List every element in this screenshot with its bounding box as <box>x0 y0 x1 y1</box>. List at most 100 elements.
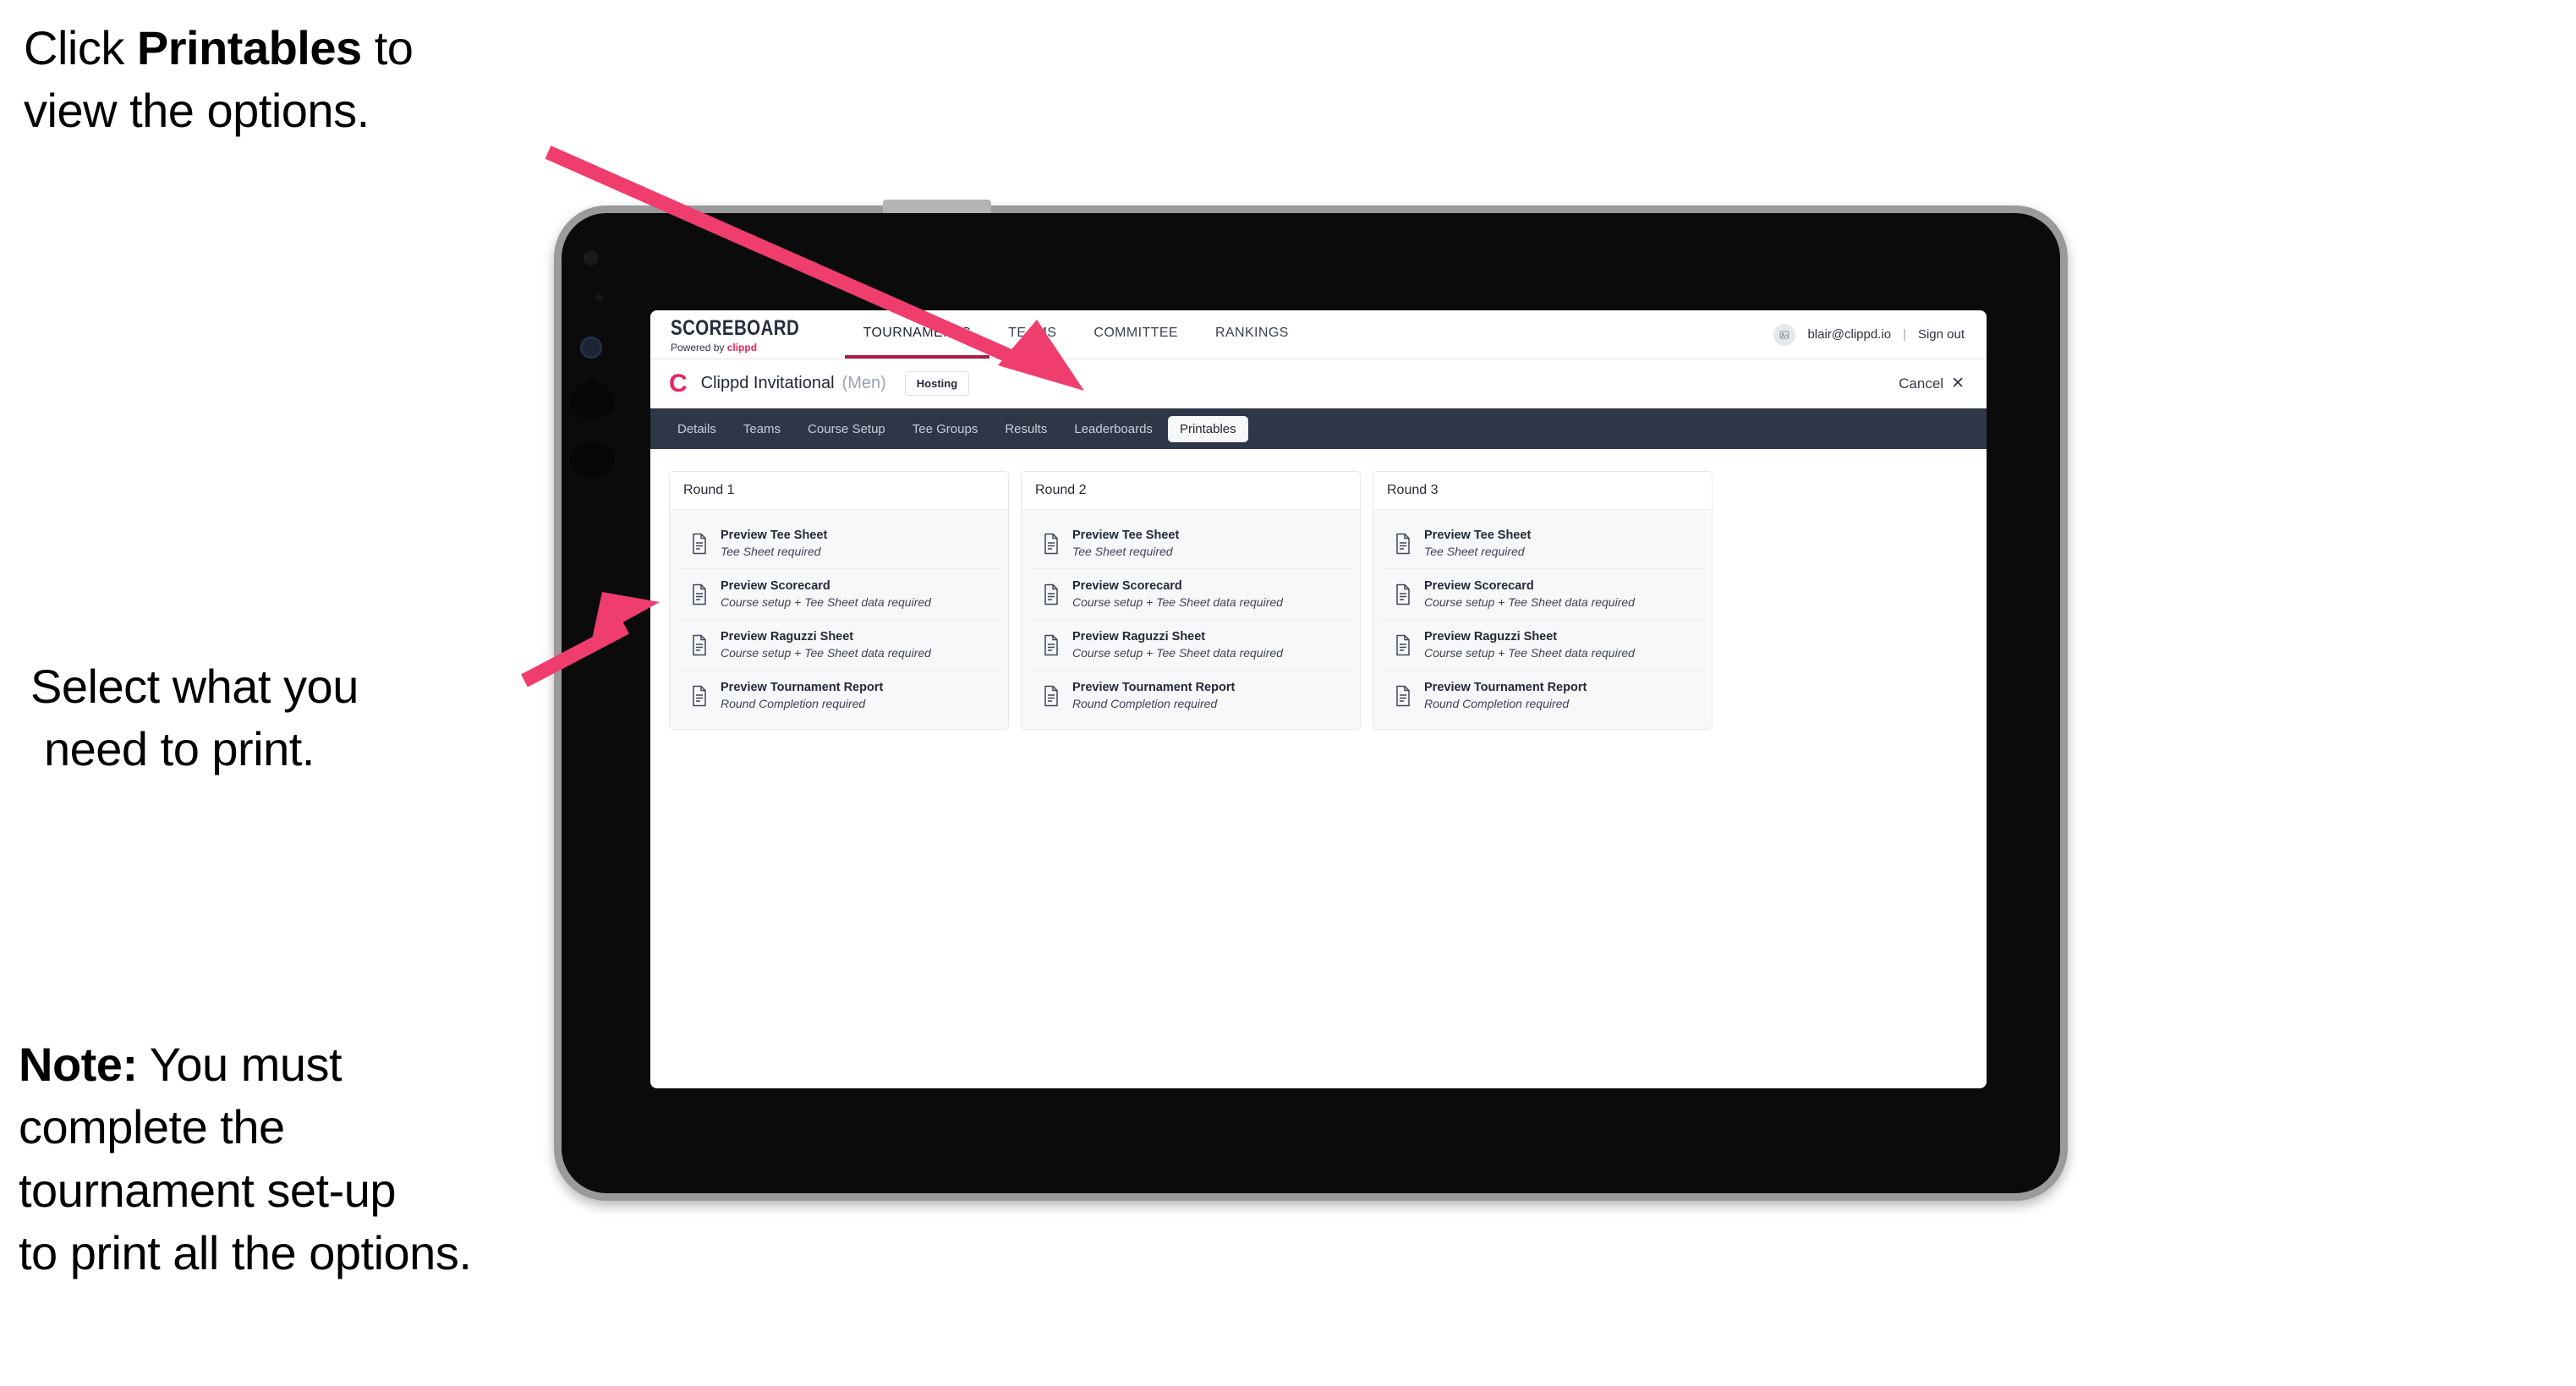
document-icon <box>1394 634 1412 656</box>
list-item[interactable]: Preview Tee Sheet Tee Sheet required <box>1382 518 1703 569</box>
nav-item-tournaments[interactable]: TOURNAMENTS <box>844 310 990 359</box>
account-separator: | <box>1903 327 1906 342</box>
list-item-text: Preview Scorecard Course setup + Tee She… <box>1424 579 1635 609</box>
document-icon <box>1394 685 1412 707</box>
list-item-title: Preview Scorecard <box>1072 579 1182 593</box>
list-item[interactable]: Preview Scorecard Course setup + Tee She… <box>678 569 1000 620</box>
tab-results[interactable]: Results <box>993 416 1059 442</box>
app-top-bar: SCOREBOARD Powered by clippd TOURNAMENTS… <box>650 310 1987 359</box>
list-item[interactable]: Preview Scorecard Course setup + Tee She… <box>1382 569 1703 620</box>
list-item[interactable]: Preview Raguzzi Sheet Course setup + Tee… <box>1030 620 1351 671</box>
list-item[interactable]: Preview Tee Sheet Tee Sheet required <box>1030 518 1351 569</box>
annotation-middle: Select what you need to print. <box>30 655 555 781</box>
list-item-title: Preview Tee Sheet <box>1072 529 1180 542</box>
document-icon <box>690 583 709 605</box>
brand-subtitle: Powered by clippd <box>671 342 828 353</box>
annotation-middle-line2: need to print. <box>44 722 315 776</box>
front-camera-icon <box>584 250 599 266</box>
annotation-note-bold: Note: <box>19 1038 138 1091</box>
list-item-subtitle: Round Completion required <box>721 697 866 710</box>
round-column: Round 1 Preview Tee Sheet Tee Sheet requ… <box>669 471 1009 730</box>
primary-nav: TOURNAMENTS TEAMS COMMITTEE RANKINGS <box>844 310 1307 359</box>
list-item-subtitle: Course setup + Tee Sheet data required <box>721 646 931 660</box>
list-item-subtitle: Course setup + Tee Sheet data required <box>1072 595 1283 609</box>
list-item-text: Preview Tournament Report Round Completi… <box>1424 681 1587 710</box>
list-item[interactable]: Preview Tournament Report Round Completi… <box>1382 671 1703 720</box>
tab-printables[interactable]: Printables <box>1167 415 1248 442</box>
nav-item-rankings[interactable]: RANKINGS <box>1197 310 1307 359</box>
list-item-title: Preview Raguzzi Sheet <box>1072 630 1206 644</box>
list-item-subtitle: Course setup + Tee Sheet data required <box>1424 595 1635 609</box>
list-item-subtitle: Round Completion required <box>1424 697 1570 710</box>
tab-tee-groups[interactable]: Tee Groups <box>901 416 990 442</box>
tournament-name: Clippd Invitational <box>700 374 835 392</box>
document-icon <box>1394 583 1412 605</box>
document-icon <box>690 533 709 555</box>
document-icon <box>1042 634 1061 656</box>
list-item-title: Preview Tournament Report <box>721 681 884 694</box>
list-item[interactable]: Preview Tee Sheet Tee Sheet required <box>678 518 1000 569</box>
document-icon <box>1042 583 1061 605</box>
round-column: Round 2 Preview Tee Sheet Tee Sheet requ… <box>1021 471 1361 730</box>
list-item-subtitle: Course setup + Tee Sheet data required <box>721 595 931 609</box>
list-item-title: Preview Tournament Report <box>1424 681 1587 694</box>
list-item-title: Preview Raguzzi Sheet <box>721 630 854 644</box>
list-item-subtitle: Tee Sheet required <box>1072 545 1173 558</box>
list-item-title: Preview Scorecard <box>1424 579 1534 593</box>
volume-down-button[interactable] <box>570 441 614 479</box>
nav-item-teams[interactable]: TEAMS <box>989 310 1075 359</box>
round-items-list: Preview Tee Sheet Tee Sheet required Pre… <box>670 510 1008 729</box>
list-item-subtitle: Course setup + Tee Sheet data required <box>1424 646 1635 660</box>
cancel-button[interactable]: Cancel ✕ <box>1899 374 1965 393</box>
annotation-top: Click Printables to view the options. <box>24 17 582 143</box>
list-item-text: Preview Scorecard Course setup + Tee She… <box>721 579 931 609</box>
round-items-list: Preview Tee Sheet Tee Sheet required Pre… <box>1373 510 1712 729</box>
list-item-text: Preview Tournament Report Round Completi… <box>1072 681 1235 710</box>
list-item-text: Preview Tee Sheet Tee Sheet required <box>721 529 827 558</box>
printables-content: Round 1 Preview Tee Sheet Tee Sheet requ… <box>650 449 1987 752</box>
tab-course-setup[interactable]: Course Setup <box>796 416 897 442</box>
list-item-subtitle: Tee Sheet required <box>1424 545 1525 558</box>
list-item-subtitle: Course setup + Tee Sheet data required <box>1072 646 1283 660</box>
nav-item-committee[interactable]: COMMITTEE <box>1075 310 1197 359</box>
list-item[interactable]: Preview Scorecard Course setup + Tee She… <box>1030 569 1351 620</box>
round-title: Round 1 <box>670 472 1008 510</box>
account-email: blair@clippd.io <box>1807 327 1892 342</box>
list-item-title: Preview Raguzzi Sheet <box>1424 630 1558 644</box>
power-button[interactable] <box>883 200 991 213</box>
tournament-gender: (Men) <box>841 374 886 392</box>
sensor-dot-icon <box>595 294 603 302</box>
list-item-title: Preview Scorecard <box>721 579 830 593</box>
brand-powered-prefix: Powered by <box>671 341 727 353</box>
list-item-text: Preview Tournament Report Round Completi… <box>721 681 883 710</box>
brand-title: SCOREBOARD <box>671 315 800 340</box>
round-title: Round 2 <box>1022 472 1360 510</box>
list-item-text: Preview Raguzzi Sheet Course setup + Tee… <box>1072 630 1283 660</box>
annotation-top-bold: Printables <box>136 21 362 74</box>
list-item-text: Preview Scorecard Course setup + Tee She… <box>1072 579 1283 609</box>
tab-teams[interactable]: Teams <box>732 416 792 442</box>
annotation-top-pre: Click <box>24 21 137 74</box>
tab-details[interactable]: Details <box>666 416 728 442</box>
brand-logo[interactable]: SCOREBOARD Powered by clippd <box>650 310 845 359</box>
app-screen: SCOREBOARD Powered by clippd TOURNAMENTS… <box>650 310 1987 1088</box>
camera-lens-icon <box>580 337 602 359</box>
list-item[interactable]: Preview Raguzzi Sheet Course setup + Tee… <box>678 620 1000 671</box>
list-item[interactable]: Preview Tournament Report Round Completi… <box>678 671 1000 720</box>
page-root: Click Printables to view the options. Se… <box>0 0 2576 1386</box>
list-item-text: Preview Tee Sheet Tee Sheet required <box>1072 529 1179 558</box>
round-title: Round 3 <box>1373 472 1712 510</box>
tab-leaderboards[interactable]: Leaderboards <box>1062 416 1165 442</box>
list-item-title: Preview Tee Sheet <box>721 529 828 542</box>
user-avatar-icon[interactable] <box>1773 323 1796 346</box>
brand-powered-name: clippd <box>726 341 758 353</box>
cancel-label: Cancel <box>1899 375 1944 392</box>
list-item-title: Preview Tee Sheet <box>1424 529 1532 542</box>
list-item[interactable]: Preview Raguzzi Sheet Course setup + Tee… <box>1382 620 1703 671</box>
tablet-device-frame: SCOREBOARD Powered by clippd TOURNAMENTS… <box>554 200 2068 1201</box>
round-column: Round 3 Preview Tee Sheet Tee Sheet requ… <box>1373 471 1713 730</box>
sign-out-link[interactable]: Sign out <box>1918 327 1965 342</box>
document-icon <box>1394 533 1412 555</box>
list-item[interactable]: Preview Tournament Report Round Completi… <box>1030 671 1351 720</box>
volume-up-button[interactable] <box>570 382 614 419</box>
